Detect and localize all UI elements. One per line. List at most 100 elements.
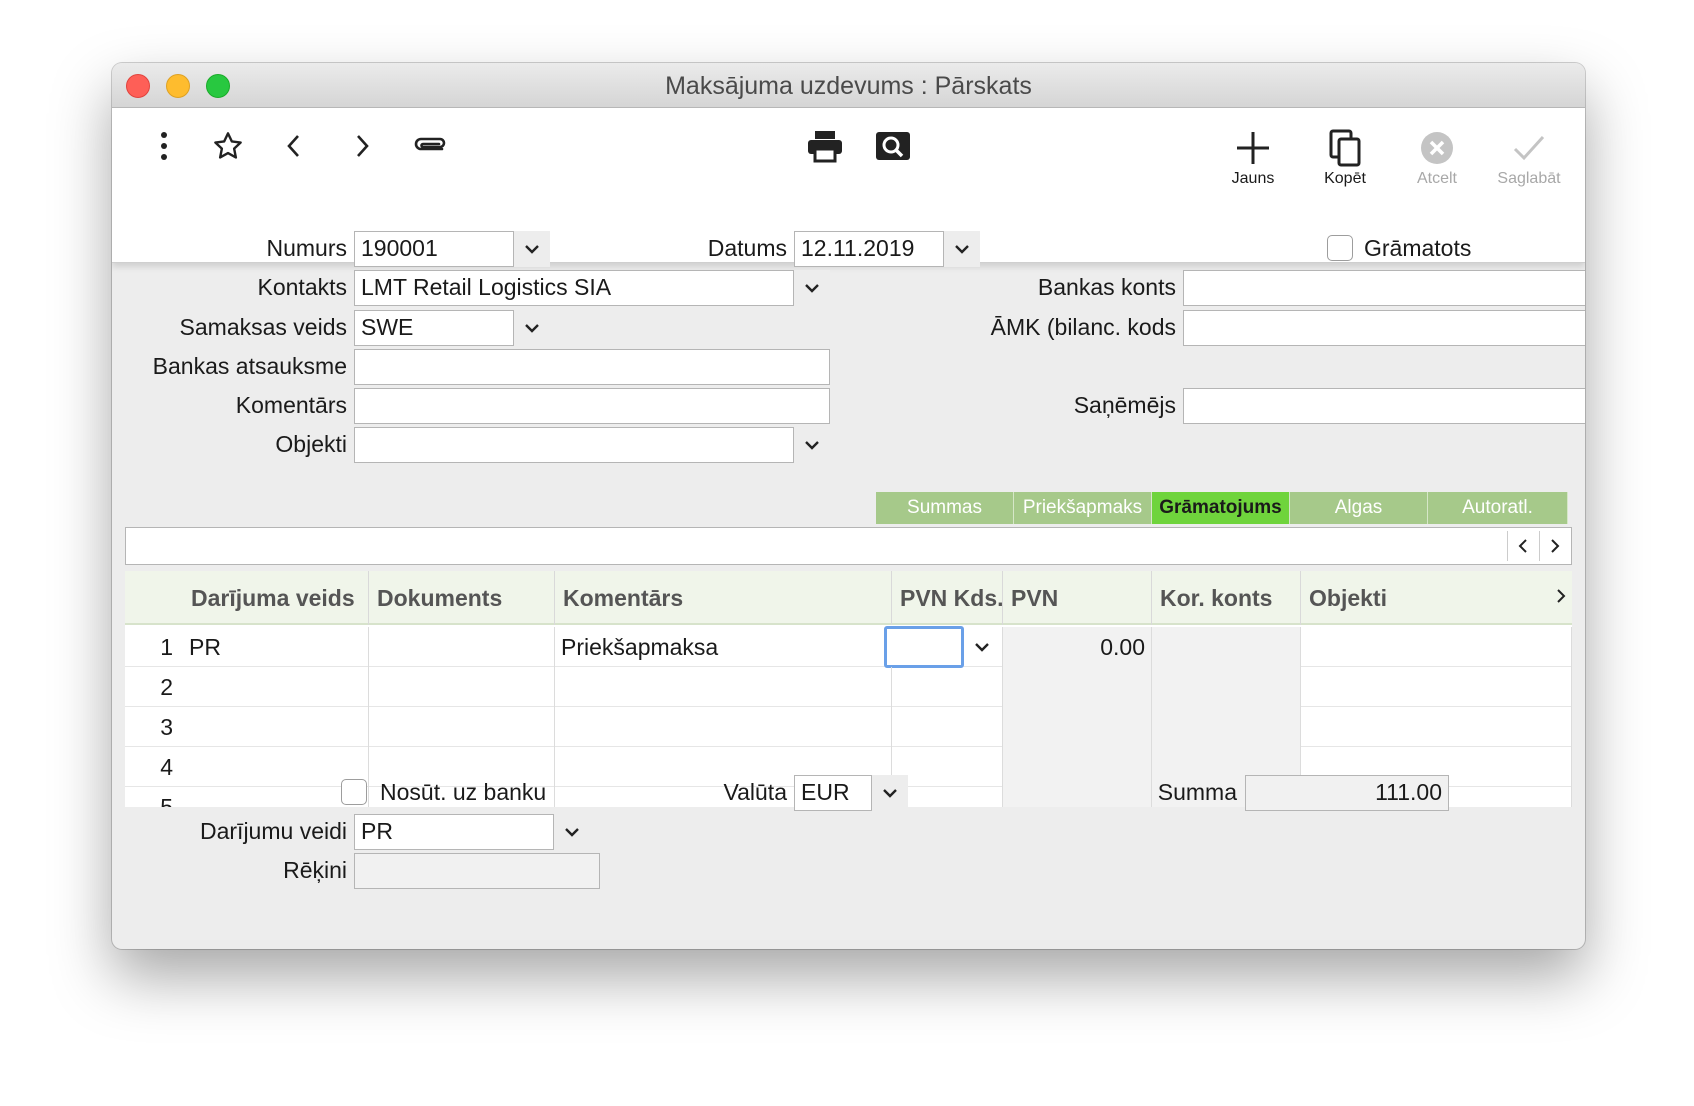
chevron-down-icon bbox=[805, 441, 819, 450]
valuta-dropdown[interactable] bbox=[872, 775, 908, 811]
grid-scroll-area[interactable] bbox=[125, 527, 1572, 565]
bankas-konts-label: Bankas konts bbox=[1037, 274, 1176, 300]
cell-objekti[interactable] bbox=[1301, 627, 1572, 667]
pvn-kds-editor[interactable] bbox=[884, 626, 964, 668]
cell-dokuments[interactable] bbox=[369, 627, 555, 667]
cell-pvn[interactable] bbox=[1003, 707, 1152, 747]
komentars-label: Komentārs bbox=[235, 392, 347, 418]
cell-pvn-kds[interactable] bbox=[892, 667, 1003, 707]
valuta-field[interactable]: EUR bbox=[794, 775, 872, 811]
tab-priekssapmaks[interactable]: Priekšapmaks bbox=[1014, 492, 1152, 524]
cell-dokuments[interactable] bbox=[369, 707, 555, 747]
gramatots-checkbox[interactable] bbox=[1327, 235, 1353, 261]
cell-objekti[interactable] bbox=[1301, 707, 1572, 747]
sanemejs-label: Saņēmējs bbox=[1073, 392, 1176, 418]
datums-field[interactable]: 12.11.2019 bbox=[794, 231, 944, 267]
datums-label: Datums bbox=[707, 235, 787, 261]
tab-algas[interactable]: Algas bbox=[1290, 492, 1428, 524]
numurs-field[interactable]: 190001 bbox=[354, 231, 514, 267]
chevron-down-icon bbox=[525, 324, 539, 333]
cell-pvn[interactable]: 0.00 bbox=[1003, 627, 1152, 667]
sanemejs-field[interactable] bbox=[1183, 388, 1585, 424]
chevron-left-icon[interactable] bbox=[274, 126, 314, 166]
objekti-dropdown[interactable] bbox=[794, 427, 830, 463]
col-pvn-kds[interactable]: PVN Kds. bbox=[892, 571, 1003, 625]
numurs-dropdown[interactable] bbox=[514, 231, 550, 267]
copy-button[interactable]: Kopēt bbox=[1305, 128, 1385, 188]
checkmark-icon bbox=[1489, 128, 1569, 168]
bankas-konts-field[interactable] bbox=[1183, 270, 1585, 306]
save-button[interactable]: Saglabāt bbox=[1489, 128, 1569, 188]
kontakts-dropdown[interactable] bbox=[794, 270, 830, 306]
kontakts-field[interactable]: LMT Retail Logistics SIA bbox=[354, 270, 794, 306]
amk-field[interactable] bbox=[1183, 310, 1585, 346]
cell-pvn-kds[interactable] bbox=[892, 787, 1003, 807]
komentars-field[interactable] bbox=[354, 388, 830, 424]
more-vertical-icon[interactable] bbox=[144, 126, 184, 166]
scroll-right-button[interactable] bbox=[1539, 531, 1569, 561]
objekti-label: Objekti bbox=[275, 431, 347, 457]
cell-komentars[interactable] bbox=[555, 707, 892, 747]
cell-komentars[interactable] bbox=[555, 667, 892, 707]
table-row[interactable]: 1 PR Priekšapmaksa 0.00 bbox=[125, 626, 1572, 668]
new-button[interactable]: Jauns bbox=[1213, 128, 1293, 188]
col-dokuments[interactable]: Dokuments bbox=[369, 571, 555, 625]
cell-darijuma-veids[interactable] bbox=[183, 667, 369, 707]
row-number: 4 bbox=[160, 754, 173, 780]
table-row[interactable]: 3 bbox=[125, 707, 1572, 747]
rekini-field[interactable] bbox=[354, 853, 600, 889]
col-kor-konts[interactable]: Kor. konts bbox=[1152, 571, 1301, 625]
bankas-atsauksme-field[interactable] bbox=[354, 349, 830, 385]
pvn-kds-dropdown[interactable] bbox=[965, 627, 999, 667]
more-columns-icon[interactable] bbox=[1556, 587, 1566, 610]
preview-icon[interactable] bbox=[873, 126, 913, 166]
paperclip-icon[interactable] bbox=[410, 126, 450, 166]
samaksas-veids-field[interactable]: SWE bbox=[354, 310, 514, 346]
cancel-label: Atcelt bbox=[1416, 170, 1457, 187]
tab-gramatojums[interactable]: Grāmatojums bbox=[1152, 492, 1290, 524]
kontakts-label: Kontakts bbox=[257, 274, 348, 300]
scroll-left-button[interactable] bbox=[1507, 531, 1537, 561]
darijumu-veidi-field[interactable]: PR bbox=[354, 814, 554, 850]
darijumu-veidi-dropdown[interactable] bbox=[554, 814, 590, 850]
cell-pvn-kds[interactable] bbox=[892, 707, 1003, 747]
new-label: Jauns bbox=[1231, 170, 1275, 187]
cell-objekti[interactable] bbox=[1301, 667, 1572, 707]
col-pvn[interactable]: PVN bbox=[1003, 571, 1152, 625]
cell-kor-konts[interactable] bbox=[1152, 667, 1301, 707]
valuta-label: Valūta bbox=[723, 779, 787, 805]
datums-dropdown[interactable] bbox=[944, 231, 980, 267]
printer-icon[interactable] bbox=[805, 126, 845, 166]
save-label: Saglabāt bbox=[1497, 170, 1561, 187]
numurs-label: Numurs bbox=[266, 235, 347, 261]
tab-summas[interactable]: Summas bbox=[876, 492, 1014, 524]
cell-pvn-kds[interactable] bbox=[892, 747, 1003, 787]
title-bar: Maksājuma uzdevums : Pārskats bbox=[112, 63, 1585, 108]
app-window: Maksājuma uzdevums : Pārskats Jauns Kopē… bbox=[112, 63, 1585, 949]
samaksas-veids-label: Samaksas veids bbox=[179, 314, 347, 340]
chevron-down-icon bbox=[525, 245, 539, 254]
objekti-field[interactable] bbox=[354, 427, 794, 463]
cell-kor-konts[interactable] bbox=[1152, 627, 1301, 667]
cell-kor-konts[interactable] bbox=[1152, 707, 1301, 747]
darijumu-veidi-label: Darījumu veidi bbox=[200, 818, 347, 844]
amk-label: ĀMK (bilanc. kods bbox=[990, 314, 1176, 340]
row-number: 1 bbox=[160, 634, 173, 660]
col-komentars[interactable]: Komentārs bbox=[555, 571, 892, 625]
col-darijuma-veids[interactable]: Darījuma veids bbox=[183, 571, 369, 625]
summa-field: 111.00 bbox=[1245, 775, 1449, 811]
chevron-right-icon[interactable] bbox=[342, 126, 382, 166]
cell-dokuments[interactable] bbox=[369, 667, 555, 707]
table-row[interactable]: 2 bbox=[125, 667, 1572, 707]
tab-autoratl[interactable]: Autoratl. bbox=[1428, 492, 1568, 524]
col-objekti[interactable]: Objekti bbox=[1301, 571, 1541, 625]
nosut-uz-banku-checkbox[interactable] bbox=[341, 779, 367, 805]
cell-komentars[interactable]: Priekšapmaksa bbox=[555, 627, 892, 667]
star-icon[interactable] bbox=[208, 126, 248, 166]
samaksas-veids-dropdown[interactable] bbox=[514, 310, 550, 346]
cell-pvn[interactable] bbox=[1003, 667, 1152, 707]
cell-darijuma-veids[interactable]: PR bbox=[183, 627, 369, 667]
copy-icon bbox=[1305, 128, 1385, 168]
cell-darijuma-veids[interactable] bbox=[183, 707, 369, 747]
cancel-button[interactable]: Atcelt bbox=[1397, 128, 1477, 188]
